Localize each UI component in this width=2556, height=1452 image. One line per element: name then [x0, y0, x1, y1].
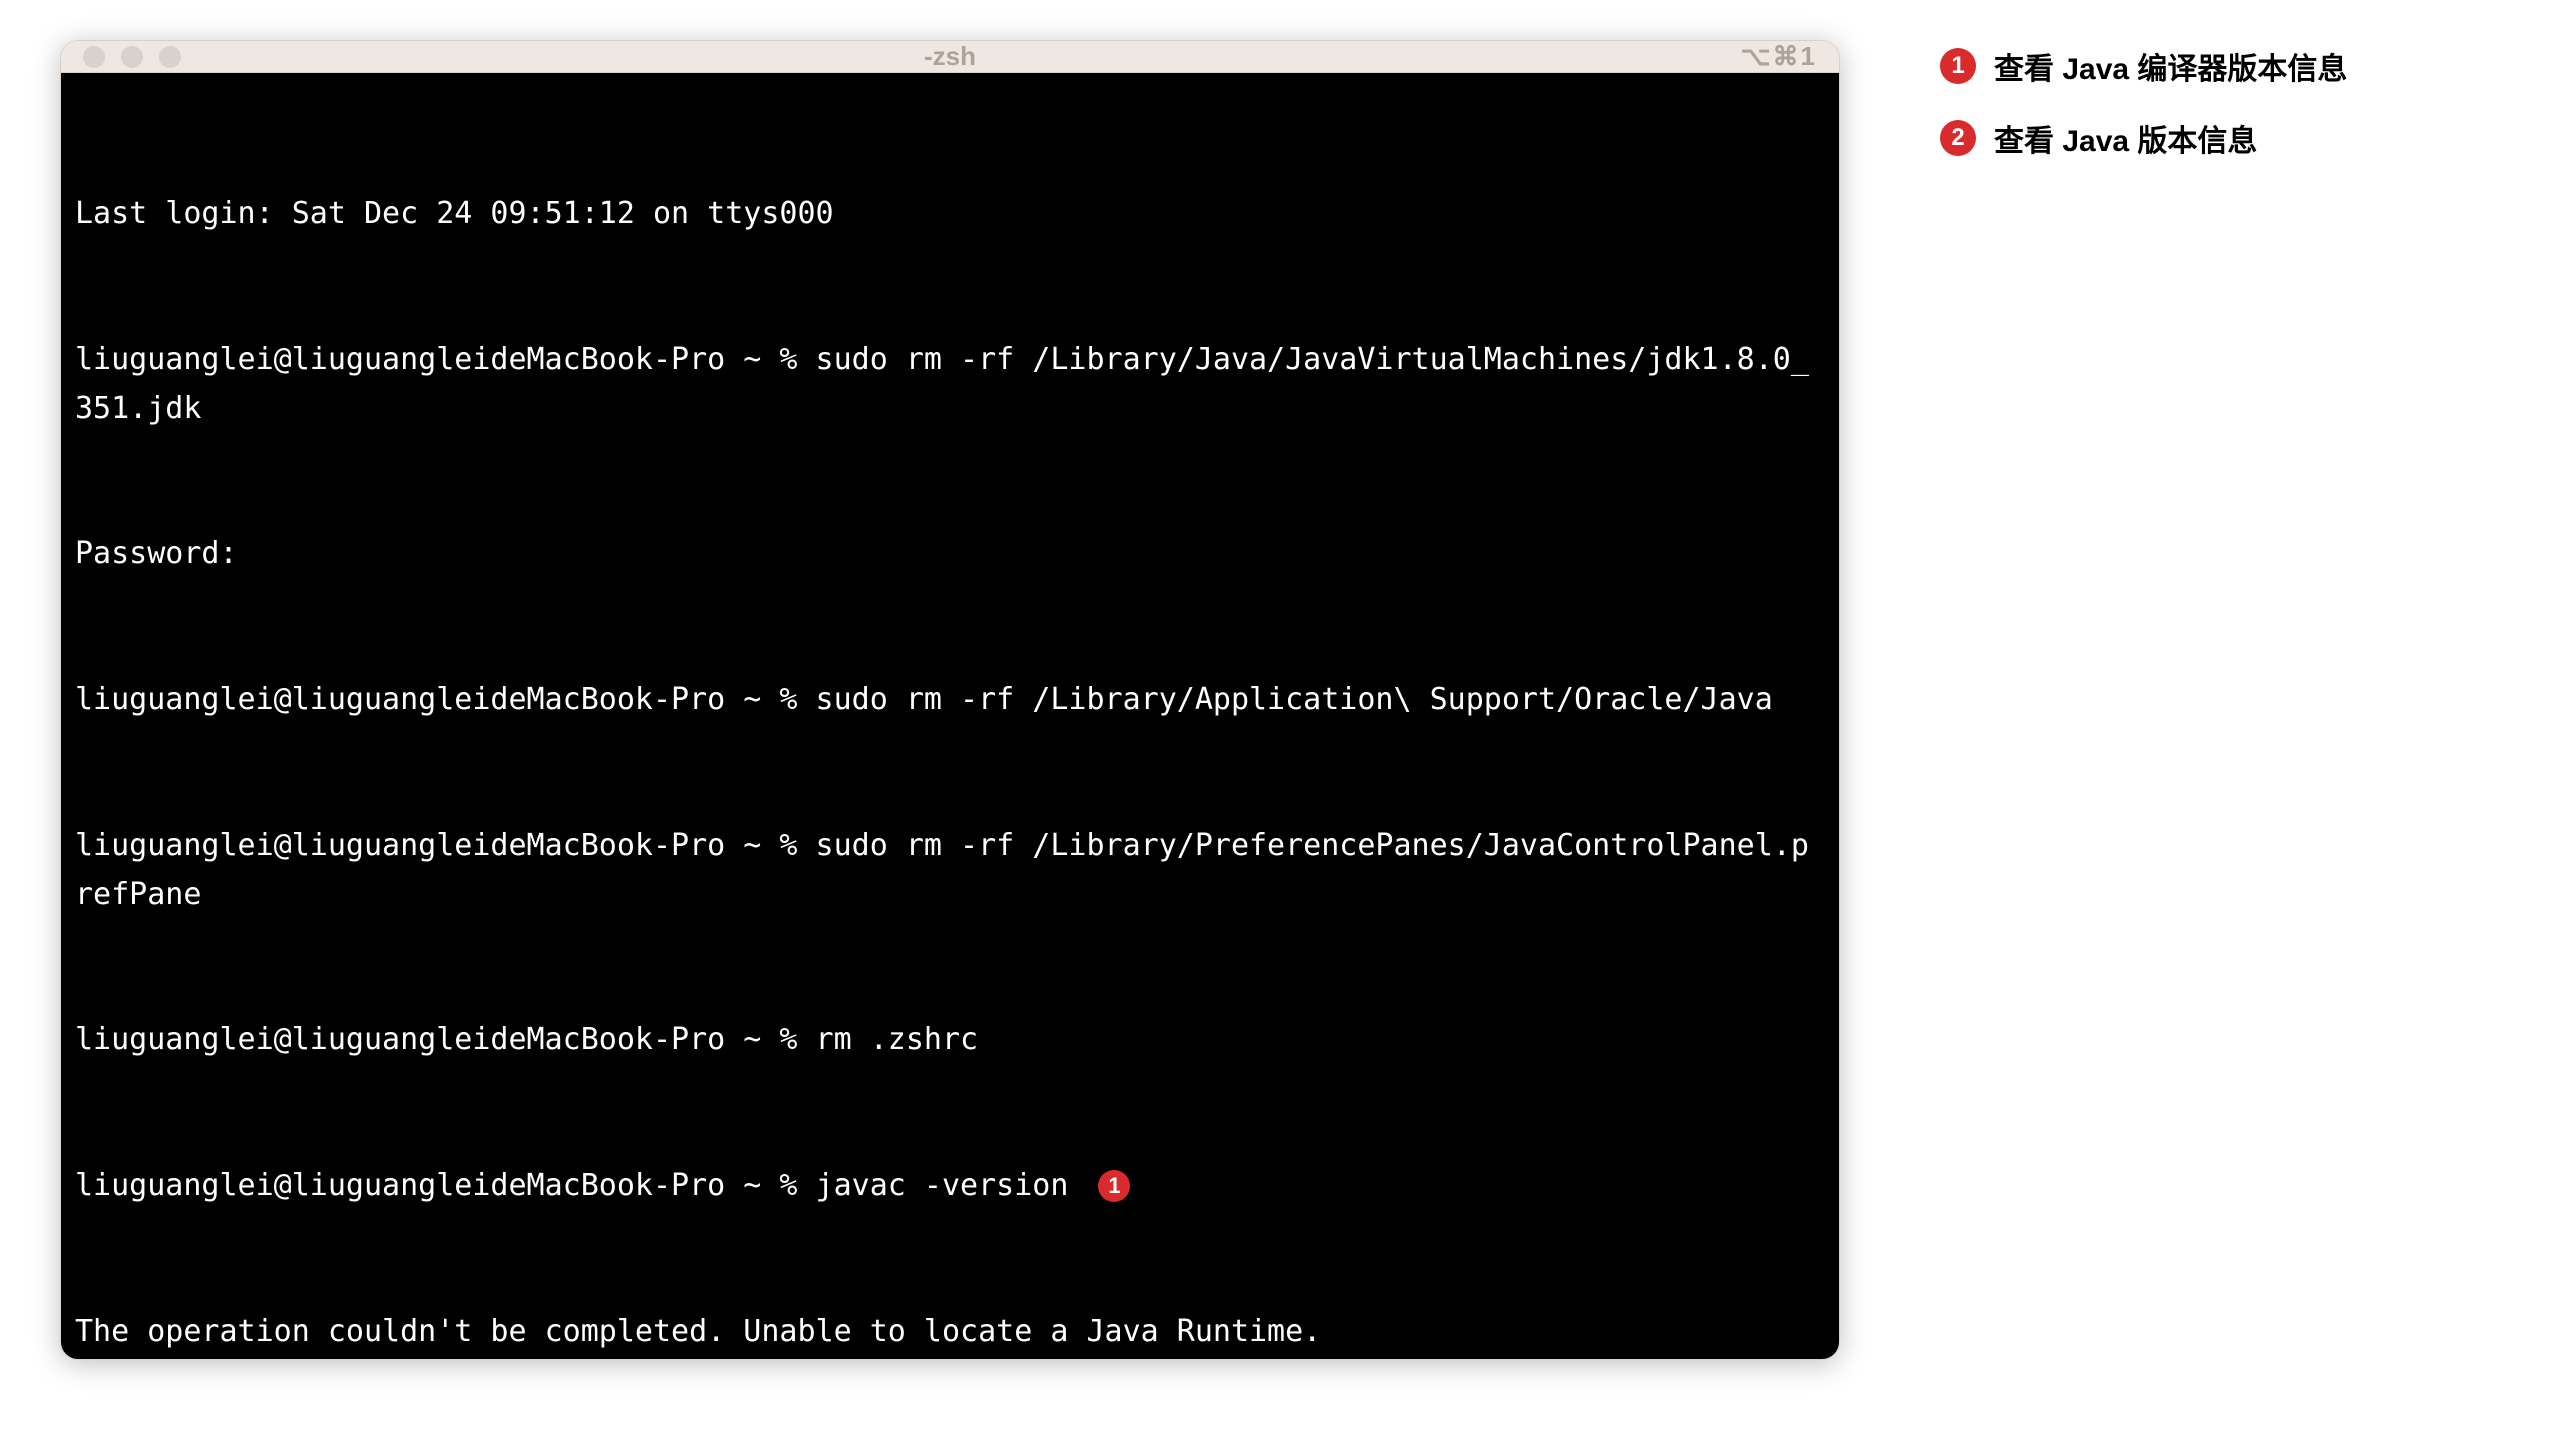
- close-icon[interactable]: [83, 46, 105, 68]
- callout-badge-1: 1: [1098, 1170, 1130, 1202]
- annotation-list: 1 查看 Java 编译器版本信息 2 查看 Java 版本信息: [1940, 40, 2347, 160]
- terminal-line: Last login: Sat Dec 24 09:51:12 on ttys0…: [75, 190, 1825, 239]
- window-title: -zsh: [61, 41, 1839, 72]
- annotation-text: 查看 Java 版本信息: [1994, 116, 2257, 160]
- traffic-lights: [83, 46, 181, 68]
- annotation-badge: 1: [1940, 48, 1976, 84]
- annotation-item: 2 查看 Java 版本信息: [1940, 116, 2347, 160]
- title-bar: -zsh ⌥⌘1: [61, 41, 1839, 73]
- annotation-text: 查看 Java 编译器版本信息: [1994, 44, 2347, 88]
- terminal-line: Password:: [75, 530, 1825, 579]
- terminal-line: The operation couldn't be completed. Una…: [75, 1308, 1825, 1357]
- annotation-item: 1 查看 Java 编译器版本信息: [1940, 44, 2347, 88]
- terminal-line: liuguanglei@liuguangleideMacBook-Pro ~ %…: [75, 676, 1825, 725]
- terminal-window: -zsh ⌥⌘1 Last login: Sat Dec 24 09:51:12…: [60, 40, 1840, 1360]
- javac-command: liuguanglei@liuguangleideMacBook-Pro ~ %…: [75, 1168, 1086, 1203]
- terminal-line: liuguanglei@liuguangleideMacBook-Pro ~ %…: [75, 822, 1825, 919]
- maximize-icon[interactable]: [159, 46, 181, 68]
- minimize-icon[interactable]: [121, 46, 143, 68]
- terminal-line: liuguanglei@liuguangleideMacBook-Pro ~ %…: [75, 336, 1825, 433]
- terminal-line-javac: liuguanglei@liuguangleideMacBook-Pro ~ %…: [75, 1162, 1825, 1211]
- annotation-badge: 2: [1940, 120, 1976, 156]
- terminal-line: liuguanglei@liuguangleideMacBook-Pro ~ %…: [75, 1016, 1825, 1065]
- window-shortcut-hint: ⌥⌘1: [1741, 41, 1817, 72]
- terminal-body[interactable]: Last login: Sat Dec 24 09:51:12 on ttys0…: [61, 73, 1839, 1360]
